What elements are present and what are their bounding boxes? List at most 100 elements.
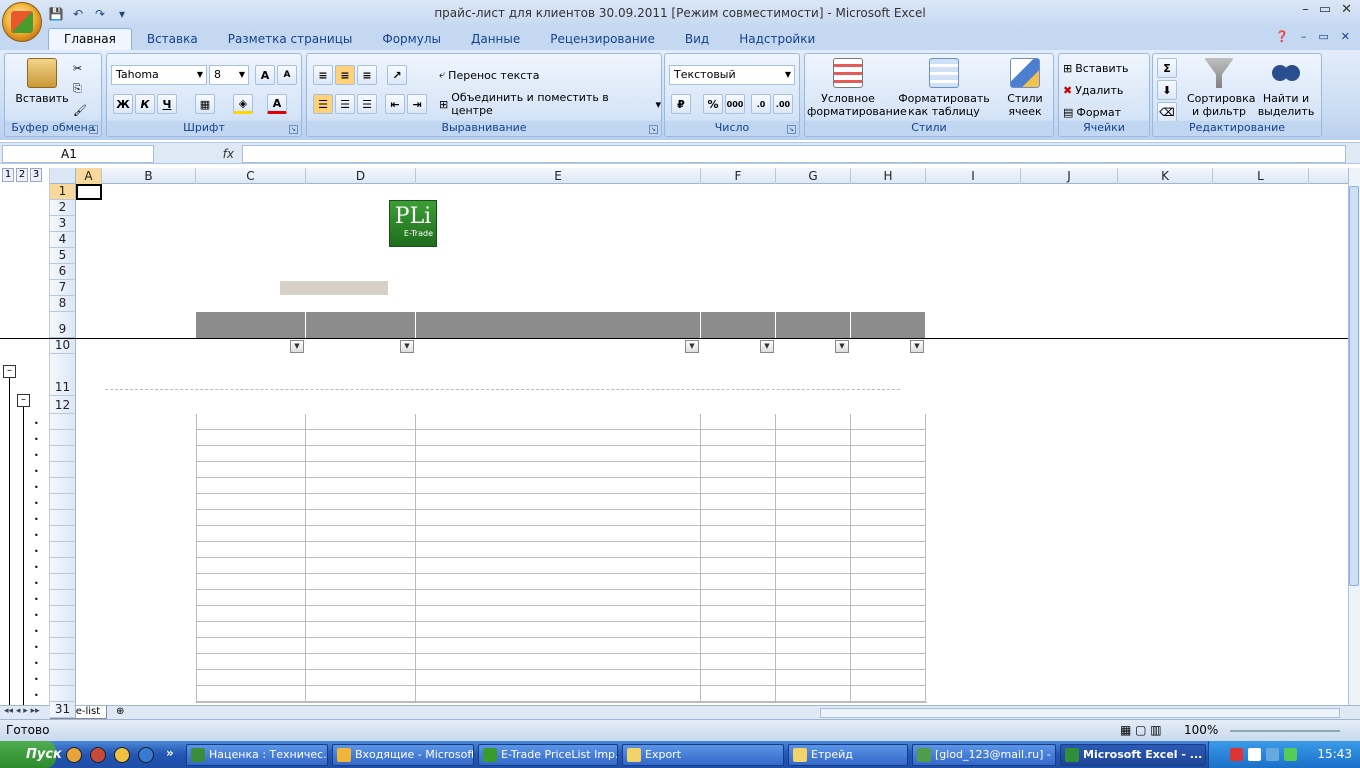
font-launcher-icon[interactable]: ↘ — [289, 125, 298, 134]
tab-addins[interactable]: Надстройки — [724, 29, 830, 50]
font-size-select[interactable]: 8 ▼ — [209, 65, 249, 85]
save-icon[interactable]: 💾 — [48, 6, 64, 22]
redo-icon[interactable]: ↷ — [92, 6, 108, 22]
tab-insert[interactable]: Вставка — [132, 29, 213, 50]
name-box[interactable]: A1 — [2, 145, 154, 163]
bold-button[interactable]: Ж — [113, 94, 133, 114]
column-header-J[interactable]: J — [1021, 168, 1118, 184]
paste-button[interactable]: Вставить — [13, 58, 71, 105]
tab-data[interactable]: Данные — [456, 29, 535, 50]
tab-review[interactable]: Рецензирование — [535, 29, 670, 50]
sheet-nav-icons[interactable]: ◂◂ ◂ ▸ ▸▸ — [4, 706, 40, 716]
row-header[interactable] — [50, 462, 76, 478]
increase-indent-icon[interactable]: ⇥ — [407, 94, 427, 114]
borders-icon[interactable]: ▦ — [195, 94, 215, 114]
alignment-launcher-icon[interactable]: ↘ — [649, 125, 658, 134]
filter-dropdown-icon[interactable]: ▼ — [910, 340, 924, 353]
quick-launch-icon[interactable] — [114, 747, 130, 763]
row-header[interactable]: 9 — [50, 312, 76, 338]
column-header-H[interactable]: H — [851, 168, 926, 184]
underline-button[interactable]: Ч — [157, 94, 177, 114]
column-header-L[interactable]: L — [1213, 168, 1309, 184]
filter-dropdown-icon[interactable]: ▼ — [685, 340, 699, 353]
decrease-indent-icon[interactable]: ⇤ — [385, 94, 405, 114]
conditional-formatting-button[interactable]: Условное форматирование — [807, 58, 907, 118]
row-header[interactable] — [50, 510, 76, 526]
cell-styles-button[interactable]: Стили ячеек — [999, 58, 1051, 118]
grow-font-icon[interactable]: A — [255, 65, 275, 85]
tray-icon[interactable] — [1230, 748, 1243, 761]
taskbar-item[interactable]: Входящие - Microsoft... — [332, 744, 474, 766]
workbook-minimize-icon[interactable]: – — [1301, 30, 1307, 43]
font-color-icon[interactable]: A — [267, 94, 287, 114]
row-header[interactable] — [50, 414, 76, 430]
column-header-K[interactable]: K — [1118, 168, 1213, 184]
row-header[interactable]: 7 — [50, 280, 76, 296]
tray-icon[interactable] — [1266, 748, 1279, 761]
row-header[interactable] — [50, 446, 76, 462]
autosum-icon[interactable]: Σ — [1157, 58, 1177, 78]
align-bottom-icon[interactable]: ≡ — [357, 65, 377, 85]
row-header[interactable] — [50, 430, 76, 446]
row-header[interactable]: 3 — [50, 216, 76, 232]
collapse-group-button[interactable]: – — [3, 365, 16, 378]
filter-dropdown-icon[interactable]: ▼ — [835, 340, 849, 353]
column-header-I[interactable]: I — [926, 168, 1021, 184]
italic-button[interactable]: К — [135, 94, 155, 114]
tab-formulas[interactable]: Формулы — [367, 29, 456, 50]
row-header[interactable]: 2 — [50, 200, 76, 216]
undo-icon[interactable]: ↶ — [70, 6, 86, 22]
format-as-table-button[interactable]: Форматировать как таблицу — [889, 58, 999, 118]
tray-icon[interactable] — [1284, 748, 1297, 761]
zoom-slider[interactable] — [1230, 730, 1340, 732]
view-buttons-icon[interactable]: ▦ ▢ ▥ — [1120, 723, 1162, 737]
row-header[interactable] — [50, 606, 76, 622]
number-format-select[interactable]: Текстовый ▼ — [669, 65, 795, 85]
format-cells-button[interactable]: ▤ Формат — [1063, 102, 1121, 122]
row-header[interactable]: 5 — [50, 248, 76, 264]
tab-view[interactable]: Вид — [670, 29, 724, 50]
outline-level-3-button[interactable]: 3 — [30, 168, 42, 182]
formula-input[interactable] — [242, 145, 1346, 163]
copy-icon[interactable]: ⎘ — [73, 79, 82, 99]
orientation-icon[interactable]: ↗ — [387, 65, 407, 85]
outline-level-1-button[interactable]: 1 — [2, 168, 14, 182]
find-select-button[interactable]: Найти и выделить — [1253, 58, 1319, 118]
column-header-D[interactable]: D — [306, 168, 416, 184]
filter-dropdown-icon[interactable]: ▼ — [290, 340, 304, 353]
delete-cells-button[interactable]: ✖ Удалить — [1063, 80, 1123, 100]
row-header[interactable]: 11 — [50, 354, 76, 396]
row-header[interactable]: 10 — [50, 338, 76, 354]
increase-decimal-icon[interactable]: .0 — [751, 94, 771, 114]
align-right-icon[interactable]: ☰ — [357, 94, 377, 114]
insert-function-icon[interactable]: fx — [160, 145, 240, 163]
workbook-close-icon[interactable]: ✕ — [1341, 30, 1350, 43]
row-header[interactable] — [50, 542, 76, 558]
horizontal-scrollbar[interactable] — [820, 708, 1340, 718]
row-header[interactable]: 6 — [50, 264, 76, 280]
restore-button[interactable]: ▭ — [1319, 2, 1331, 17]
format-painter-icon[interactable]: 🖌 — [73, 100, 87, 120]
filter-dropdown-icon[interactable]: ▼ — [760, 340, 774, 353]
align-top-icon[interactable]: ≡ — [313, 65, 333, 85]
align-middle-icon[interactable]: ≡ — [335, 65, 355, 85]
column-header-F[interactable]: F — [701, 168, 776, 184]
row-header[interactable] — [50, 558, 76, 574]
number-launcher-icon[interactable]: ↘ — [787, 125, 796, 134]
taskbar-item[interactable]: Етрейд — [788, 744, 908, 766]
decrease-decimal-icon[interactable]: .00 — [773, 94, 793, 114]
align-center-icon[interactable]: ☰ — [335, 94, 355, 114]
taskbar-item[interactable]: Наценка : Техничес... — [186, 744, 328, 766]
font-name-select[interactable]: Tahoma ▼ — [111, 65, 207, 85]
row-header[interactable] — [50, 670, 76, 686]
selected-cell-a1[interactable] — [76, 184, 102, 200]
minimize-button[interactable]: – — [1302, 2, 1309, 17]
quick-launch-icon[interactable] — [90, 747, 106, 763]
select-all-corner[interactable] — [50, 168, 76, 184]
row-header[interactable] — [50, 526, 76, 542]
currency-icon[interactable]: ₽ — [671, 94, 691, 114]
thousands-icon[interactable]: 000 — [725, 94, 745, 114]
row-header[interactable] — [50, 654, 76, 670]
scroll-thumb[interactable] — [1349, 186, 1359, 586]
clipboard-launcher-icon[interactable]: ↘ — [89, 125, 98, 134]
